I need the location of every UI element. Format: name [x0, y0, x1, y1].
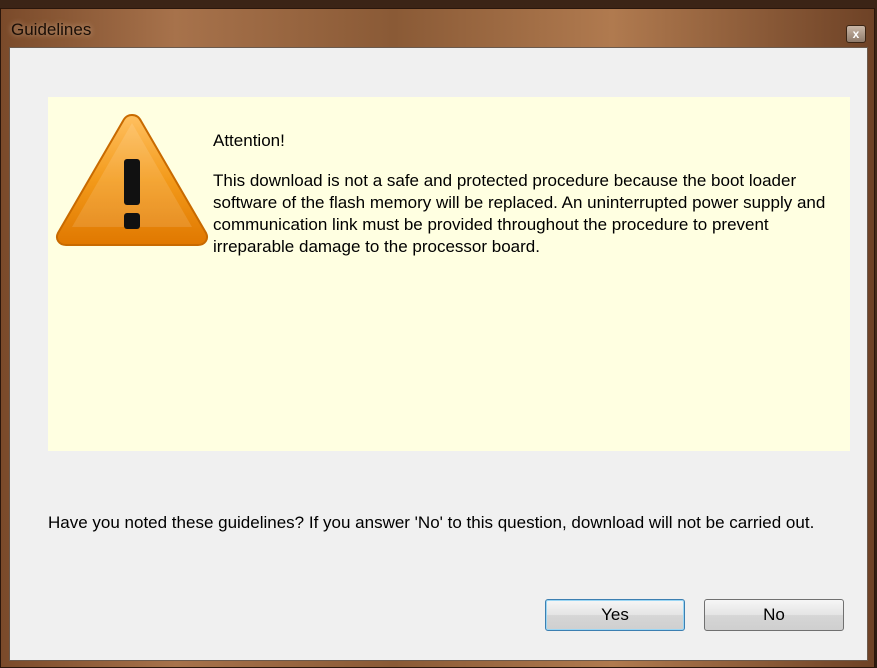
close-icon: x — [852, 27, 860, 41]
notice-heading: Attention! — [213, 131, 285, 150]
no-button[interactable]: No — [704, 599, 844, 631]
dialog-window: Guidelines x Attention! This download is… — [0, 8, 875, 668]
warning-triangle-icon — [56, 113, 208, 246]
close-button[interactable]: x — [846, 25, 866, 43]
dialog-body: Attention! This download is not a safe a… — [9, 47, 868, 661]
notice-text: Attention! This download is not a safe a… — [213, 130, 833, 276]
yes-button[interactable]: Yes — [545, 599, 685, 631]
notice-panel: Attention! This download is not a safe a… — [48, 97, 850, 451]
question-text: Have you noted these guidelines? If you … — [48, 513, 815, 532]
window-title: Guidelines — [11, 20, 92, 39]
notice-body: This download is not a safe and protecte… — [213, 171, 826, 256]
title-bar[interactable]: Guidelines x — [1, 9, 874, 49]
